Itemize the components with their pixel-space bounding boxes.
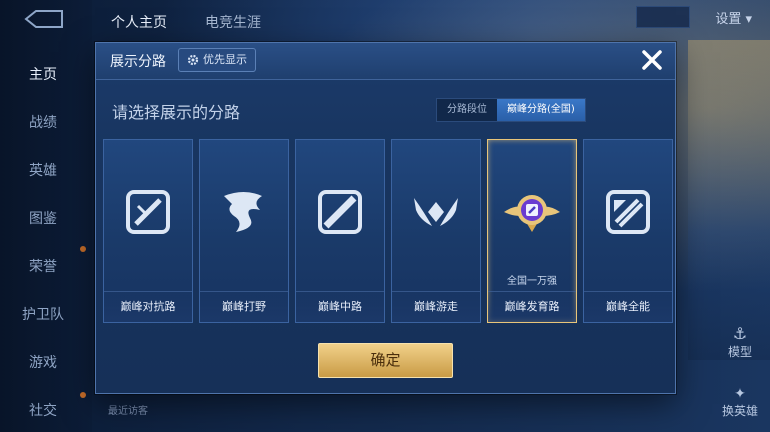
notification-dot (80, 392, 86, 398)
dialog-subtitle: 请选择展示的分路 (112, 103, 241, 122)
priority-display-label: 优先显示 (203, 53, 247, 66)
lane-card-top[interactable]: 巅峰对抗路 (103, 139, 193, 323)
nav-item-honor[interactable]: 荣誉 (0, 256, 86, 276)
settings-button[interactable]: 设置 ▾ (715, 8, 752, 27)
lane-card-label: 巅峰发育路 (504, 300, 560, 313)
lane-card-jungle[interactable]: 巅峰打野 (199, 139, 289, 323)
allround-icon (606, 190, 650, 234)
left-nav: 主页 战绩 英雄 图鉴 荣誉 护卫队 游戏 社交 (0, 0, 92, 432)
anchor-icon: ⚓ (732, 324, 748, 343)
notice-banner[interactable] (636, 6, 690, 28)
dialog-title: 展示分路 (110, 54, 166, 70)
nav-item-heroes[interactable]: 英雄 (0, 160, 86, 180)
sword-icon (126, 190, 170, 234)
nav-item-social[interactable]: 社交 (0, 400, 86, 420)
slash-icon (318, 190, 362, 234)
lane-card-label: 巅峰打野 (222, 300, 266, 313)
tab-personal-home[interactable]: 个人主页 (111, 12, 167, 32)
lane-card-all-round[interactable]: 巅峰全能 (583, 139, 673, 323)
change-hero-button[interactable]: ✦ 换英雄 (722, 386, 758, 419)
toggle-peak-lane-national[interactable]: 巅峰分路(全国) (497, 99, 585, 121)
confirm-button[interactable]: 确定 (318, 343, 453, 378)
nav-item-record[interactable]: 战绩 (0, 112, 86, 132)
hero-portrait (688, 40, 770, 360)
lane-mode-toggle: 分路段位 巅峰分路(全国) (436, 98, 586, 122)
recent-visitors[interactable]: 最近访客 (108, 402, 148, 417)
tab-esports-career[interactable]: 电竞生涯 (205, 12, 261, 32)
model-button[interactable]: ⚓ 模型 (728, 324, 752, 360)
close-icon[interactable] (639, 47, 665, 73)
dragon-icon (224, 192, 262, 232)
lane-card-label: 巅峰全能 (606, 300, 650, 313)
lane-display-dialog: 展示分路 优先显示 请选择展示的分路 分路段位 巅峰分路(全国) 巅峰对抗路 巅… (95, 42, 676, 394)
notification-dot (80, 246, 86, 252)
hero-icon: ✦ (734, 386, 746, 402)
nav-item-games[interactable]: 游戏 (0, 352, 86, 372)
priority-display-button[interactable]: 优先显示 (178, 48, 256, 72)
gear-icon (187, 54, 199, 66)
nav-item-guard[interactable]: 护卫队 (0, 304, 86, 324)
back-icon[interactable] (22, 8, 66, 30)
toggle-lane-rank[interactable]: 分路段位 (437, 99, 497, 121)
national-rank: 全国一万强 (507, 276, 557, 287)
dialog-header: 展示分路 优先显示 (96, 43, 675, 80)
nav-item-home[interactable]: 主页 (0, 64, 86, 84)
wings-icon (414, 198, 458, 226)
lane-card-roam[interactable]: 巅峰游走 (391, 139, 481, 323)
lane-card-label: 巅峰对抗路 (120, 300, 176, 313)
lane-card-adc[interactable]: 全国一万强 巅峰发育路 (487, 139, 577, 323)
lane-card-label: 巅峰中路 (318, 300, 362, 313)
nav-item-codex[interactable]: 图鉴 (0, 208, 86, 228)
lane-card-mid[interactable]: 巅峰中路 (295, 139, 385, 323)
gold-badge-icon (504, 195, 560, 232)
lane-card-label: 巅峰游走 (414, 300, 458, 313)
